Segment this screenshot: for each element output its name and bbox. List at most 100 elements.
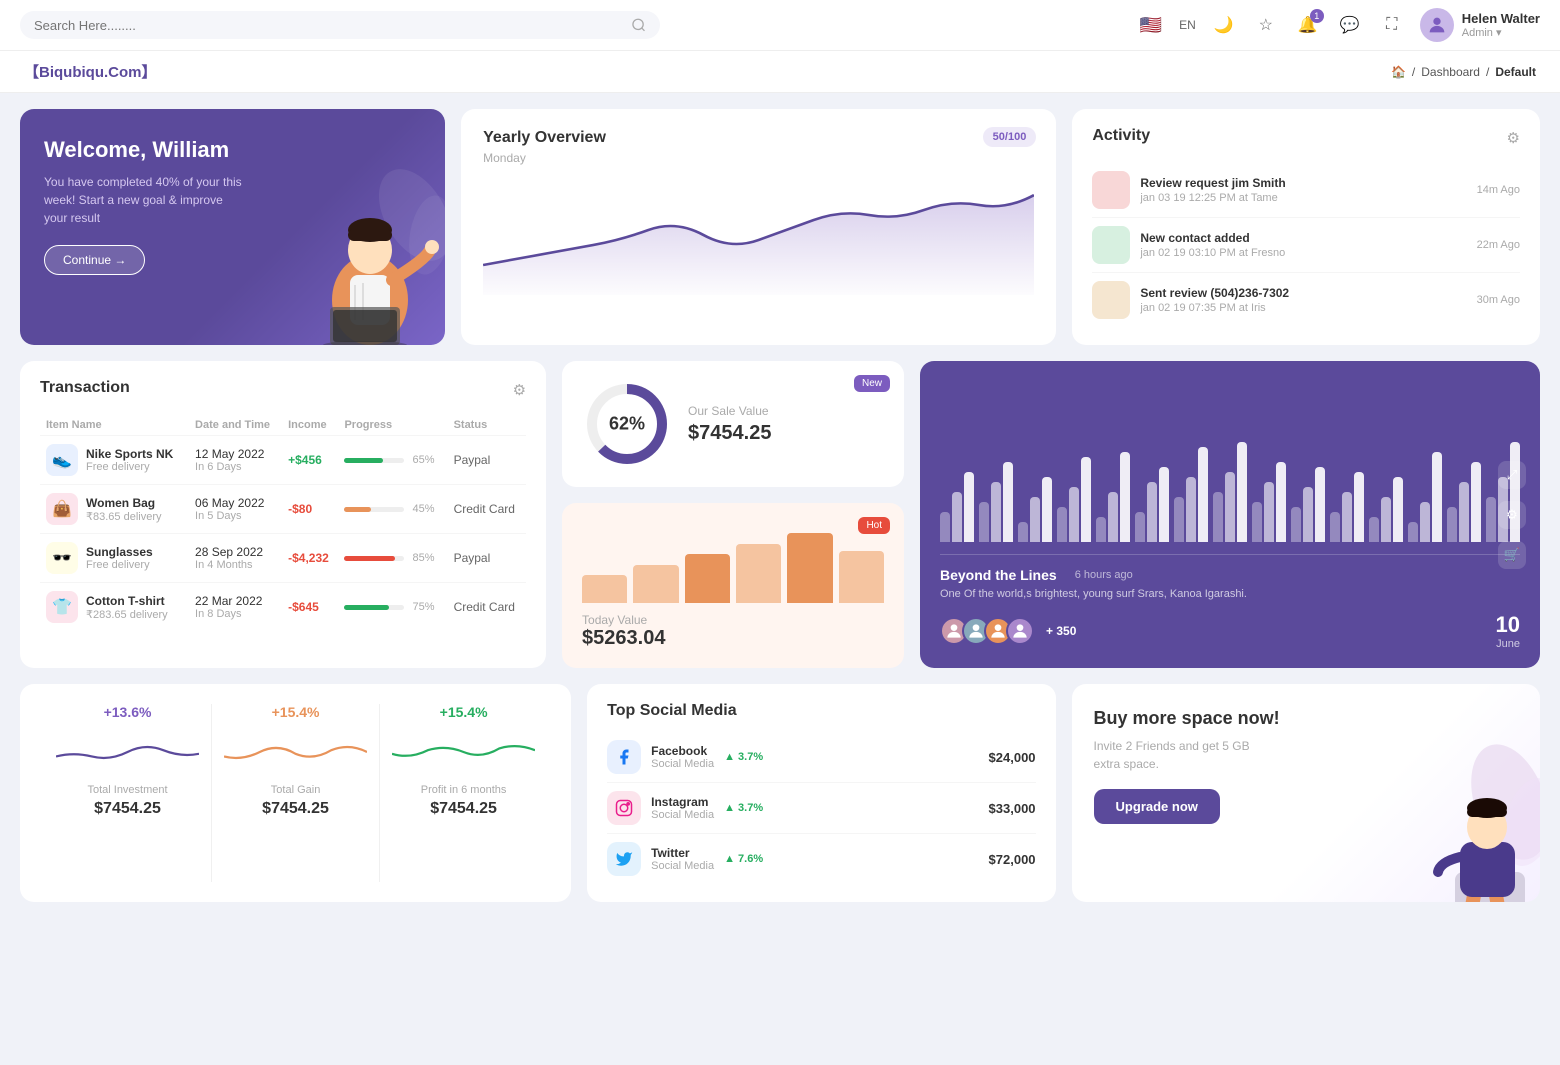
donut-content: 62% Our Sale Value $7454.25 [582,379,884,469]
yearly-chart [483,175,1034,295]
date-month: June [1496,638,1520,650]
bar-item [1042,477,1052,542]
breadcrumb-home[interactable]: 🏠 [1391,65,1406,79]
social-amount: $72,000 [989,852,1036,867]
sparkline [392,732,535,772]
bar-group [1057,457,1091,542]
bar-item [964,472,974,542]
lang-switcher[interactable]: 🇺🇸 [1137,11,1165,39]
user-role: Admin ▾ [1462,26,1540,39]
item-sub: Free delivery [86,461,173,473]
transaction-card: Transaction ⚙ Item Name Date and Time In… [20,361,546,668]
table-row: 👕 Cotton T-shirt ₹283.65 delivery 22 Mar… [40,583,526,632]
table-row: 👜 Women Bag ₹83.65 delivery 06 May 2022 … [40,485,526,534]
activity-item: Review request jim Smith jan 03 19 12:25… [1092,163,1520,218]
hot-bar-6 [839,551,884,604]
bar-group [1213,442,1247,542]
bar-item [1471,462,1481,542]
mini-label: Total Gain [271,784,321,796]
bar-item [940,512,950,542]
activity-item-sub: jan 02 19 03:10 PM at Fresno [1140,247,1466,259]
mini-stat: +15.4% Total Gain $7454.25 [212,704,380,882]
bar-item [1303,487,1313,542]
col-status: Status [448,415,526,436]
avatar-4 [1006,617,1034,645]
social-name: Twitter [651,846,714,860]
progress-fill [344,458,383,463]
star-icon[interactable]: ☆ [1252,11,1280,39]
beyond-info: Beyond the Lines 6 hours ago One Of the … [940,554,1520,650]
transaction-settings-icon[interactable]: ⚙ [513,381,526,399]
activity-item-title: Review request jim Smith [1140,176,1466,190]
space-illustration [1400,742,1540,902]
brand-logo[interactable]: 【Biqubiqu.Com】 [24,61,156,82]
tx-date-cell: 12 May 2022 In 6 Days [189,436,282,485]
social-amount: $24,000 [989,750,1036,765]
bar-group [1135,467,1169,542]
transaction-table: Item Name Date and Time Income Progress … [40,415,526,631]
tx-date: 22 Mar 2022 [195,594,276,608]
social-icon [607,842,641,876]
col-progress: Progress [338,415,447,436]
activity-item-sub: jan 03 19 12:25 PM at Tame [1140,192,1466,204]
search-input[interactable] [34,18,623,33]
bar-item [1213,492,1223,542]
sale-title: Our Sale Value [688,404,771,418]
chart-cart-icon[interactable]: 🛒 [1498,541,1526,569]
mini-value: $7454.25 [430,800,497,818]
mini-pct: +15.4% [272,704,320,720]
table-row: 🕶️ Sunglasses Free delivery 28 Sep 2022 … [40,534,526,583]
beyond-time: 6 hours ago [1075,569,1133,581]
social-title: Top Social Media [607,702,1035,720]
social-icon [607,791,641,825]
bar-chart-card: ⤢ ⚙ 🛒 Beyond the Lines 6 hours ago One O… [920,361,1540,668]
bar-item [1432,452,1442,542]
social-details: Twitter Social Media [651,846,714,872]
activity-settings-icon[interactable]: ⚙ [1507,129,1520,147]
row3: +13.6% Total Investment $7454.25 +15.4% … [20,684,1540,902]
theme-toggle[interactable]: 🌙 [1210,11,1238,39]
continue-button[interactable]: Continue → [44,245,145,275]
breadcrumb-dashboard[interactable]: Dashboard [1421,65,1480,79]
sparkline [224,732,367,772]
progress-pct: 85% [412,552,434,564]
chart-expand-icon[interactable]: ⤢ [1498,461,1526,489]
mini-stat: +13.6% Total Investment $7454.25 [44,704,212,882]
item-name: Women Bag [86,496,162,510]
user-profile[interactable]: Helen Walter Admin ▾ [1420,8,1540,42]
notification-icon[interactable]: 🔔 1 [1294,11,1322,39]
bar-item [1486,497,1496,542]
bar-group [1291,467,1325,542]
social-card: Top Social Media Facebook Social Media ▲… [587,684,1055,902]
bar-group [1408,452,1442,542]
fullscreen-icon[interactable]: ⛶ [1378,11,1406,39]
bar-item [1120,452,1130,542]
bar-item [1369,517,1379,542]
yearly-card: Yearly Overview Monday 50/100 [461,109,1056,345]
plus-count: + 350 [1046,624,1076,638]
chart-settings-icon[interactable]: ⚙ [1498,501,1526,529]
progress-bar [344,556,404,561]
mini-stats-card: +13.6% Total Investment $7454.25 +15.4% … [20,684,571,902]
message-icon[interactable]: 💬 [1336,11,1364,39]
item-icon: 👜 [46,493,78,525]
upgrade-button[interactable]: Upgrade now [1094,789,1220,824]
activity-item-time: 14m Ago [1477,184,1520,196]
bar-item [1081,457,1091,542]
social-icon [607,740,641,774]
bar-item [1447,507,1457,542]
bar-group [1369,477,1403,542]
bar-item [1108,492,1118,542]
activity-info: Sent review (504)236-7302 jan 02 19 07:3… [1140,286,1466,314]
bar-group [1252,462,1286,542]
bar-item [1186,477,1196,542]
mini-value: $7454.25 [262,800,329,818]
welcome-body: You have completed 40% of your this week… [44,173,244,227]
bar-item [1342,492,1352,542]
bar-item [1252,502,1262,542]
progress-fill [344,556,395,561]
tx-progress: 75% [344,601,441,613]
notification-badge: 1 [1310,9,1324,23]
item-icon: 👟 [46,444,78,476]
search-bar[interactable] [20,11,660,39]
